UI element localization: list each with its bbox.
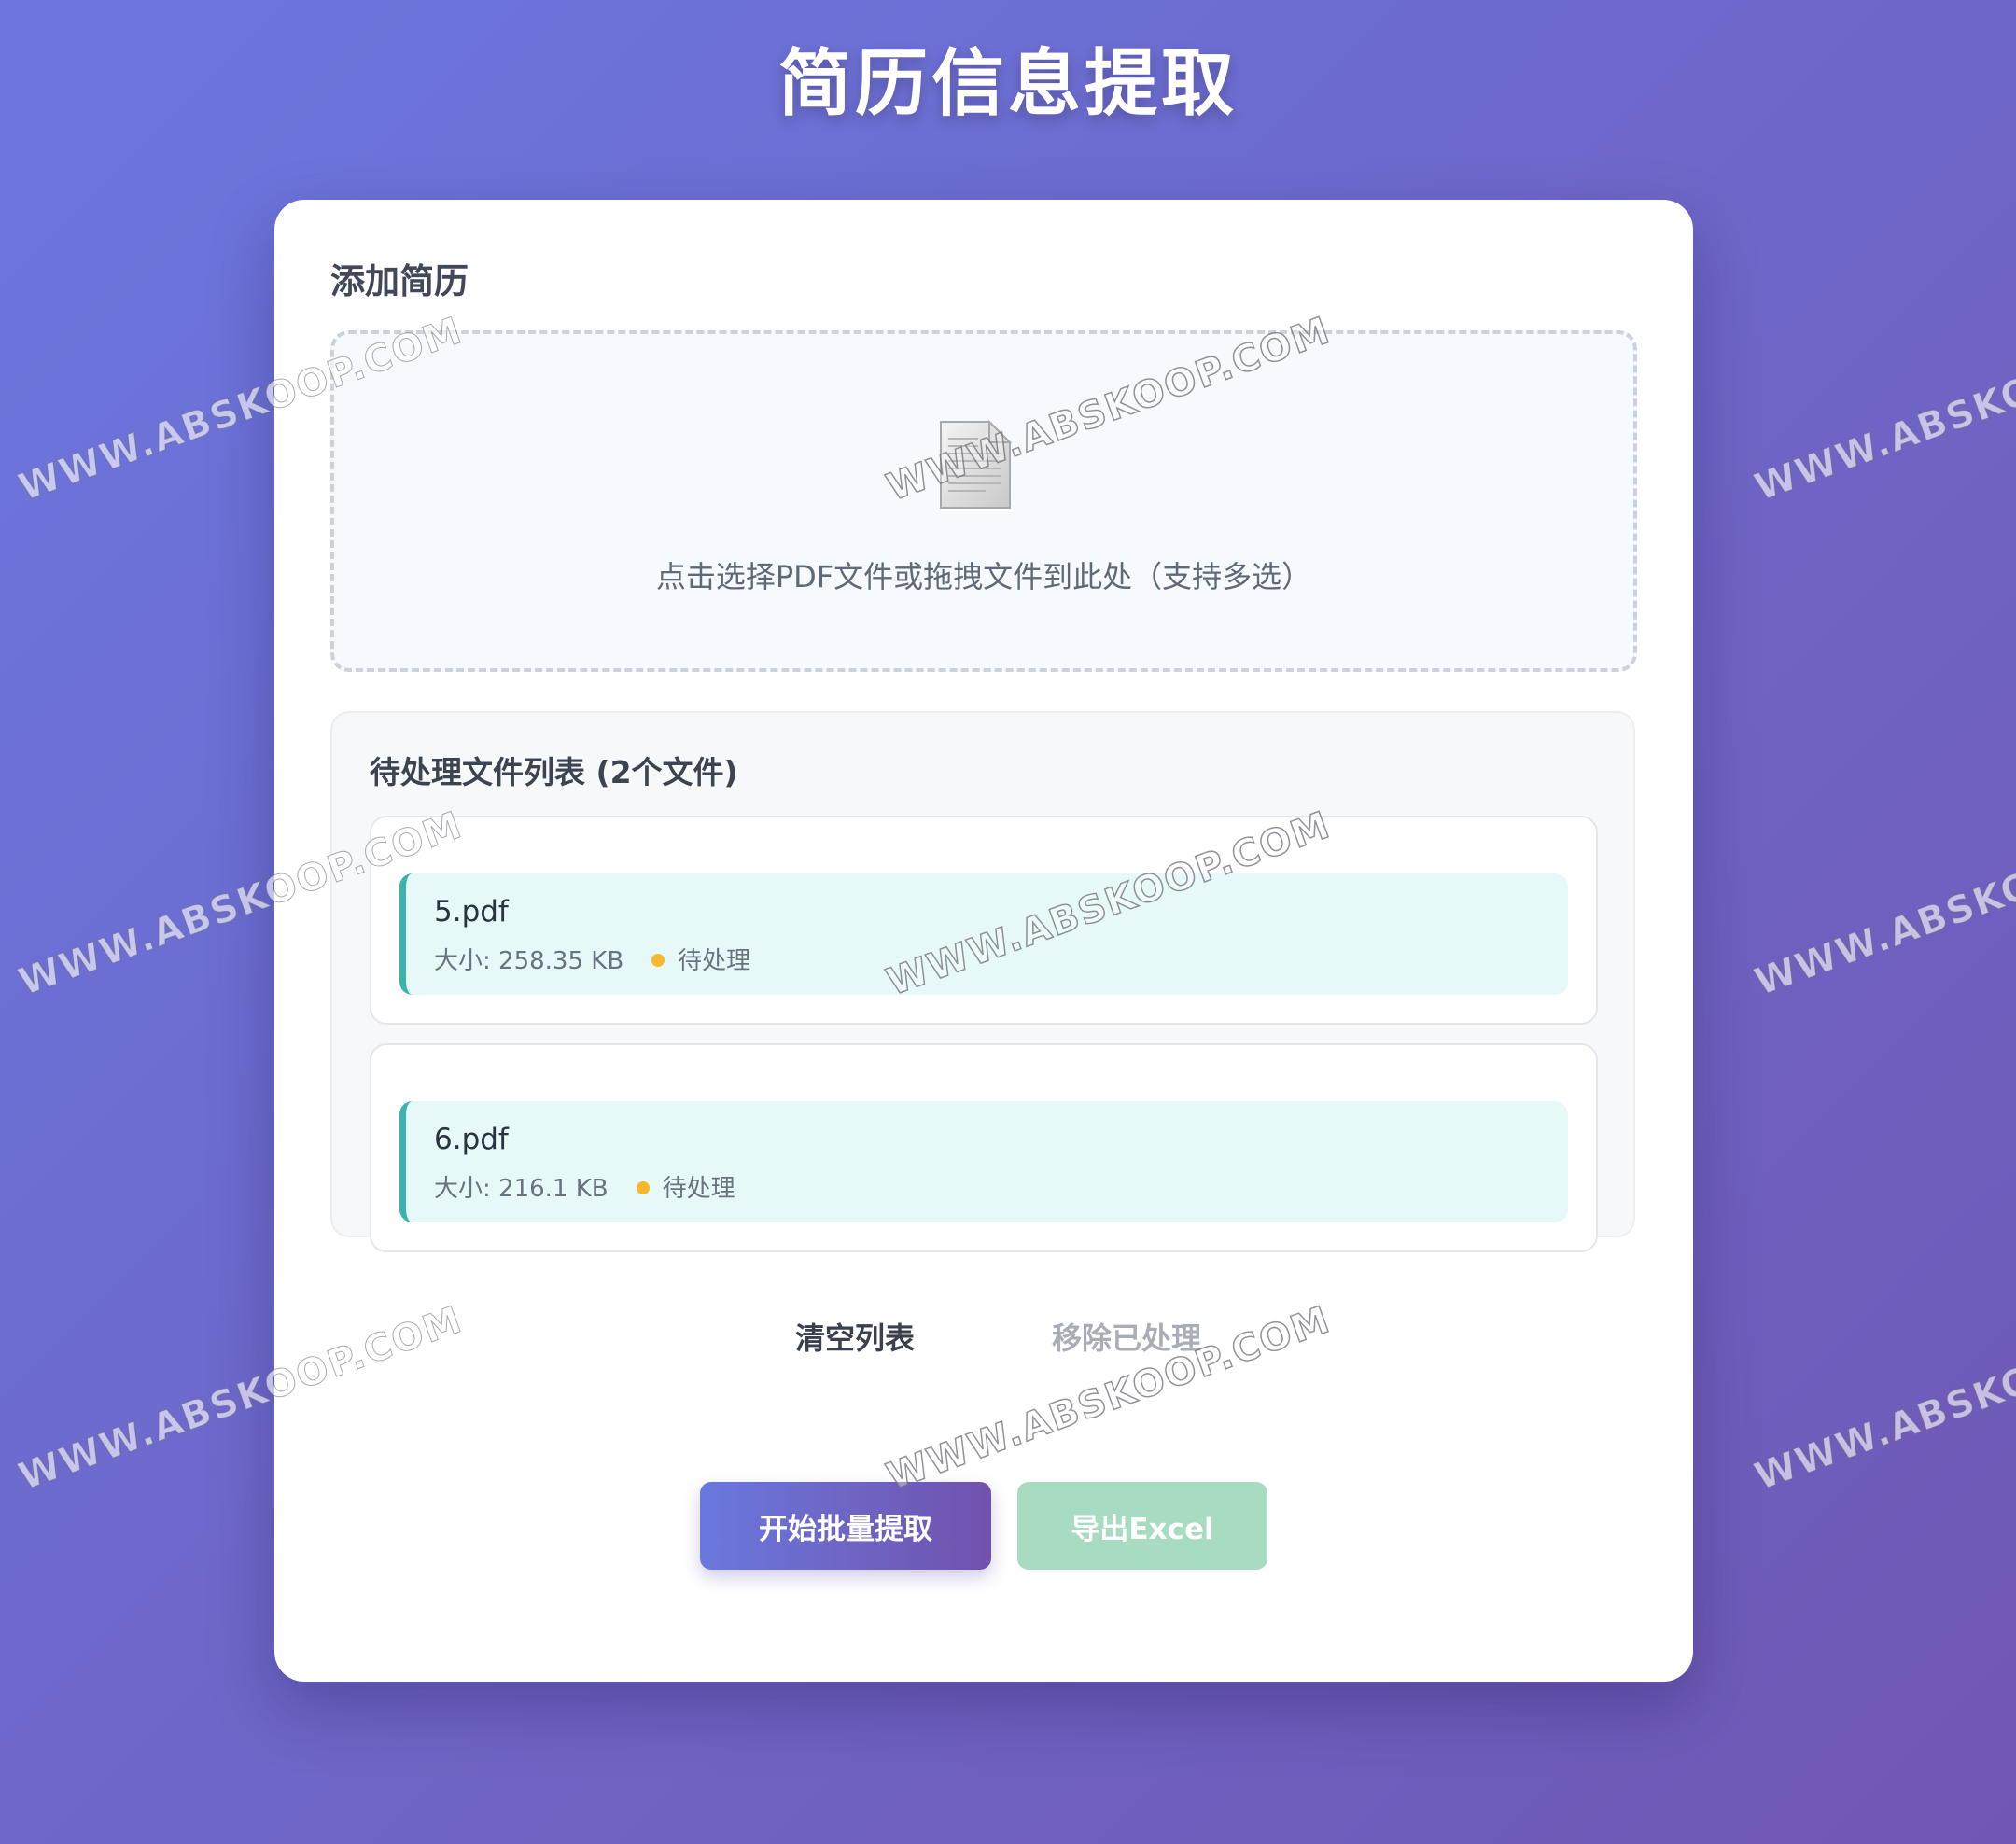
status-dot-icon [651, 954, 665, 967]
status-dot-icon [636, 1181, 650, 1194]
file-card[interactable]: 5.pdf 大小: 258.35 KB 待处理 [399, 873, 1568, 995]
file-status: 待处理 [678, 947, 751, 975]
start-batch-extract-button[interactable]: 开始批量提取 [700, 1482, 991, 1570]
action-row: 开始批量提取 导出Excel [274, 1482, 1693, 1570]
watermark: WWW.ABSKOOP.COM [1749, 309, 2016, 510]
watermark: WWW.ABSKOOP.COM [1749, 803, 2016, 1005]
file-size: 大小: 258.35 KB [434, 947, 624, 975]
file-meta: 大小: 258.35 KB 待处理 [434, 943, 750, 980]
file-size: 大小: 216.1 KB [434, 1175, 609, 1203]
dropzone-hint: 点击选择PDF文件或拖拽文件到此处（支持多选） [655, 559, 1312, 594]
file-item: 6.pdf 大小: 216.1 KB 待处理 [370, 1043, 1598, 1252]
export-excel-button[interactable]: 导出Excel [1017, 1482, 1267, 1570]
file-dropzone[interactable]: 点击选择PDF文件或拖拽文件到此处（支持多选） [330, 330, 1637, 672]
file-item: 5.pdf 大小: 258.35 KB 待处理 [370, 816, 1598, 1025]
main-card: 添加简历 点击选择PDF文件或拖拽文件到此处（支持多选） 待处理文件列表 (2个… [274, 200, 1693, 1682]
file-name: 6.pdf [434, 1123, 509, 1156]
file-list-title: 待处理文件列表 (2个文件) [370, 754, 738, 790]
pending-file-list: 待处理文件列表 (2个文件) 5.pdf 大小: 258.35 KB 待处理 6.… [330, 711, 1635, 1356]
add-resume-title: 添加简历 [330, 261, 469, 301]
file-meta: 大小: 216.1 KB 待处理 [434, 1170, 735, 1208]
remove-processed-button[interactable]: 移除已处理 [1038, 1310, 1215, 1366]
clear-list-button[interactable]: 清空列表 [780, 1310, 930, 1366]
file-status: 待处理 [662, 1175, 735, 1203]
file-name: 5.pdf [434, 895, 509, 929]
page-title: 简历信息提取 [777, 42, 1238, 126]
file-card[interactable]: 6.pdf 大小: 216.1 KB 待处理 [399, 1101, 1568, 1222]
list-actions: 清空列表 移除已处理 [332, 1310, 1633, 1366]
document-icon [940, 420, 1013, 509]
watermark: WWW.ABSKOOP.COM [1749, 1298, 2016, 1500]
